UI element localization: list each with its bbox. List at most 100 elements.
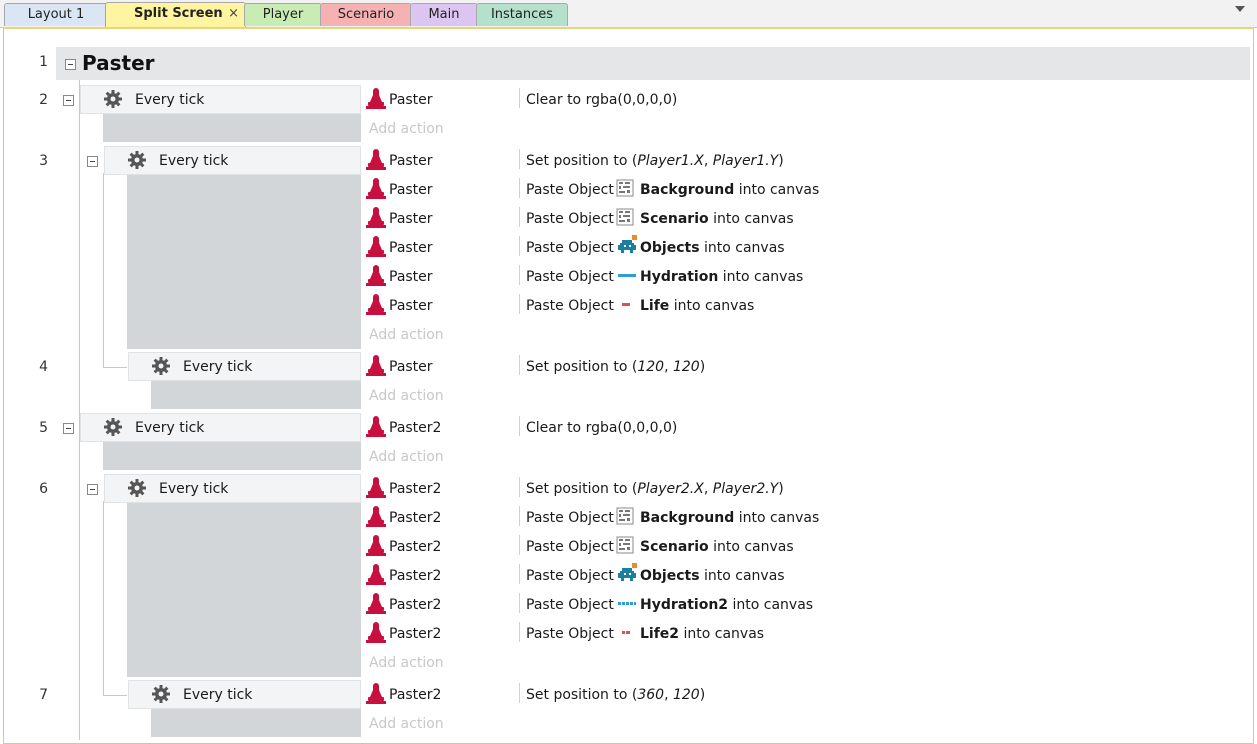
separator bbox=[519, 506, 520, 526]
tab-layout-1[interactable]: Layout 1 bbox=[4, 3, 108, 26]
system-gear-icon bbox=[104, 90, 122, 108]
tab-player[interactable]: Player bbox=[244, 3, 322, 26]
action-set-position[interactable]: Set position to (360, 120) bbox=[526, 687, 705, 703]
separator bbox=[519, 564, 520, 584]
event-sheet-tab-bar: Layout 1 Split Screen × Player Scenario … bbox=[0, 0, 1257, 28]
condition-area[interactable] bbox=[151, 381, 361, 409]
tab-main[interactable]: Main bbox=[410, 3, 478, 26]
paster-stamp-icon bbox=[366, 207, 386, 228]
action-object-name: Paster2 bbox=[389, 568, 442, 584]
tab-scenario[interactable]: Scenario bbox=[320, 3, 412, 26]
line-number: 3 bbox=[39, 153, 48, 169]
condition-area[interactable] bbox=[151, 709, 361, 737]
paster-stamp-icon bbox=[366, 265, 386, 286]
background-tilemap-icon bbox=[616, 507, 634, 525]
add-action-button[interactable]: Add action bbox=[369, 655, 444, 671]
separator bbox=[519, 593, 520, 613]
action-paste-object[interactable]: Paste Object bbox=[526, 298, 614, 314]
action-set-position[interactable]: Set position to (Player2.X, Player2.Y) bbox=[526, 481, 784, 497]
action-clear[interactable]: Clear to rgba(0,0,0,0) bbox=[526, 420, 677, 436]
action-object-name: Paster bbox=[389, 182, 433, 198]
condition-area[interactable] bbox=[103, 442, 361, 470]
condition-area[interactable] bbox=[103, 114, 361, 142]
action-paste-object[interactable]: Paste Object bbox=[526, 211, 614, 227]
separator bbox=[519, 88, 520, 108]
action-paste-object[interactable]: Paste Object bbox=[526, 626, 614, 642]
life2-bar-icon bbox=[622, 631, 630, 634]
event-collapse-toggle[interactable] bbox=[63, 95, 74, 106]
paster-stamp-icon bbox=[366, 88, 386, 109]
line-number: 7 bbox=[39, 687, 48, 703]
action-paste-object[interactable]: Paste Object bbox=[526, 597, 614, 613]
action-paste-target: Background into canvas bbox=[640, 182, 820, 198]
condition-area[interactable] bbox=[127, 503, 361, 677]
close-tab-icon[interactable]: × bbox=[228, 3, 239, 25]
action-object-name: Paster bbox=[389, 211, 433, 227]
action-paste-object[interactable]: Paste Object bbox=[526, 182, 614, 198]
add-action-button[interactable]: Add action bbox=[369, 327, 444, 343]
group-header[interactable] bbox=[56, 47, 1250, 80]
separator bbox=[519, 236, 520, 256]
action-set-position[interactable]: Set position to (Player1.X, Player1.Y) bbox=[526, 153, 784, 169]
paster-stamp-icon bbox=[366, 535, 386, 556]
paster-stamp-icon bbox=[366, 564, 386, 585]
action-paste-object[interactable]: Paste Object bbox=[526, 269, 614, 285]
action-object-name: Paster2 bbox=[389, 539, 442, 555]
paster-stamp-icon bbox=[366, 477, 386, 498]
action-object-name: Paster2 bbox=[389, 481, 442, 497]
tree-line bbox=[103, 367, 127, 368]
system-gear-icon bbox=[152, 357, 170, 375]
tab-overflow-chevron-down-icon[interactable] bbox=[1235, 6, 1245, 12]
add-action-button[interactable]: Add action bbox=[369, 449, 444, 465]
action-paste-object[interactable]: Paste Object bbox=[526, 568, 614, 584]
event-collapse-toggle[interactable] bbox=[63, 423, 74, 434]
condition-area[interactable] bbox=[127, 175, 361, 349]
condition-label: Every tick bbox=[135, 420, 205, 436]
tree-line bbox=[79, 80, 80, 740]
tab-split-screen[interactable]: Split Screen × bbox=[105, 2, 246, 27]
separator bbox=[519, 149, 520, 169]
condition-label: Every tick bbox=[159, 481, 229, 497]
condition-label: Every tick bbox=[159, 153, 229, 169]
hydration-bar-icon bbox=[618, 274, 636, 277]
separator bbox=[519, 265, 520, 285]
action-paste-target: Scenario into canvas bbox=[640, 539, 794, 555]
event-collapse-toggle[interactable] bbox=[87, 156, 98, 167]
action-object-name: Paster2 bbox=[389, 687, 442, 703]
separator bbox=[519, 683, 520, 703]
action-set-position[interactable]: Set position to (120, 120) bbox=[526, 359, 705, 375]
paster-stamp-icon bbox=[366, 178, 386, 199]
add-action-button[interactable]: Add action bbox=[369, 388, 444, 404]
action-paste-object[interactable]: Paste Object bbox=[526, 240, 614, 256]
action-paste-object[interactable]: Paste Object bbox=[526, 510, 614, 526]
action-clear[interactable]: Clear to rgba(0,0,0,0) bbox=[526, 92, 677, 108]
add-action-button[interactable]: Add action bbox=[369, 121, 444, 137]
line-number: 6 bbox=[39, 481, 48, 497]
system-gear-icon bbox=[104, 418, 122, 436]
system-gear-icon bbox=[152, 685, 170, 703]
condition-label: Every tick bbox=[183, 687, 253, 703]
action-paste-target: Scenario into canvas bbox=[640, 211, 794, 227]
background-tilemap-icon bbox=[616, 179, 634, 197]
event-collapse-toggle[interactable] bbox=[87, 484, 98, 495]
add-action-button[interactable]: Add action bbox=[369, 716, 444, 732]
action-object-name: Paster bbox=[389, 240, 433, 256]
line-number: 4 bbox=[39, 359, 48, 375]
separator bbox=[519, 535, 520, 555]
separator bbox=[519, 477, 520, 497]
tree-line bbox=[103, 501, 104, 695]
action-object-name: Paster2 bbox=[389, 510, 442, 526]
tab-instances[interactable]: Instances bbox=[476, 3, 568, 26]
action-paste-target: Objects into canvas bbox=[640, 240, 785, 256]
hydration2-bar-icon bbox=[618, 602, 636, 605]
line-number: 1 bbox=[39, 54, 48, 70]
event-sheet-editor: 1 Paster 2 Every tick Paster Clear to rg… bbox=[3, 27, 1254, 744]
scenario-tilemap-icon bbox=[616, 208, 634, 226]
paster-stamp-icon bbox=[366, 149, 386, 170]
group-collapse-toggle[interactable] bbox=[65, 59, 76, 70]
action-object-name: Paster bbox=[389, 153, 433, 169]
action-paste-object[interactable]: Paste Object bbox=[526, 539, 614, 555]
line-number: 5 bbox=[39, 420, 48, 436]
action-object-name: Paster2 bbox=[389, 626, 442, 642]
separator bbox=[519, 207, 520, 227]
